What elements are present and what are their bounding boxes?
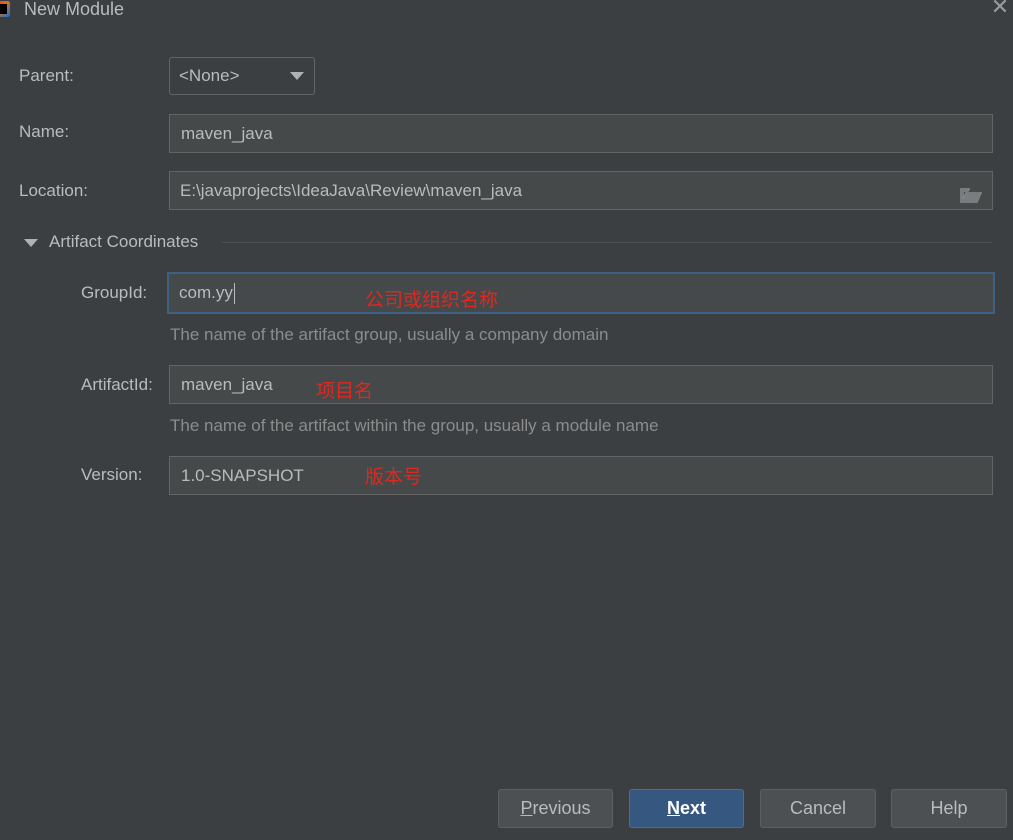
folder-icon[interactable] <box>960 180 983 203</box>
section-divider <box>222 242 992 243</box>
artifactid-input-value: maven_java <box>181 375 273 394</box>
parent-label: Parent: <box>19 66 74 85</box>
groupid-hint: The name of the artifact group, usually … <box>170 325 609 344</box>
next-button-mnemonic: N <box>666 798 680 818</box>
triangle-down-icon[interactable] <box>24 239 38 247</box>
artifactid-label: ArtifactId: <box>81 375 153 394</box>
artifactid-annotation: 项目名 <box>316 380 374 402</box>
version-input[interactable]: 1.0-SNAPSHOT <box>169 456 993 495</box>
name-input[interactable]: maven_java <box>169 114 993 153</box>
version-annotation: 版本号 <box>365 466 423 488</box>
groupid-annotation: 公司或组织名称 <box>365 289 499 311</box>
parent-dropdown[interactable]: <None> <box>169 57 315 95</box>
artifact-coordinates-title[interactable]: Artifact Coordinates <box>49 232 198 252</box>
parent-dropdown-value: <None> <box>179 66 240 85</box>
location-input-value: E:\javaprojects\IdeaJava\Review\maven_ja… <box>180 181 523 200</box>
groupid-label: GroupId: <box>81 283 148 302</box>
new-module-dialog: New Module ✕ Parent: <None> Name: maven_… <box>0 0 1013 840</box>
version-input-value: 1.0-SNAPSHOT <box>181 466 304 485</box>
location-input[interactable]: E:\javaprojects\IdeaJava\Review\maven_ja… <box>169 171 993 210</box>
previous-button-label: revious <box>532 798 591 818</box>
artifactid-hint: The name of the artifact within the grou… <box>170 416 659 435</box>
chevron-down-icon <box>290 72 304 80</box>
text-caret <box>233 283 235 305</box>
artifactid-input[interactable]: maven_java <box>169 365 993 404</box>
groupid-input-value: com.yy <box>179 283 233 302</box>
title-bar: New Module ✕ <box>0 0 1013 22</box>
name-input-value: maven_java <box>181 124 273 143</box>
location-label: Location: <box>19 181 88 200</box>
dialog-title: New Module <box>24 0 125 19</box>
previous-button-mnemonic: P <box>520 798 533 818</box>
close-icon[interactable]: ✕ <box>989 0 1011 18</box>
name-label: Name: <box>19 122 70 141</box>
version-label: Version: <box>81 465 143 484</box>
cancel-button[interactable]: Cancel <box>760 789 876 828</box>
intellij-app-icon <box>0 1 10 17</box>
artifact-coordinates-section[interactable]: Artifact Coordinates <box>24 232 994 254</box>
previous-button[interactable]: Previous <box>498 789 613 828</box>
next-button[interactable]: Next <box>629 789 744 828</box>
help-button[interactable]: Help <box>891 789 1007 828</box>
next-button-label: ext <box>679 798 706 818</box>
groupid-input[interactable]: com.yy <box>167 272 995 314</box>
